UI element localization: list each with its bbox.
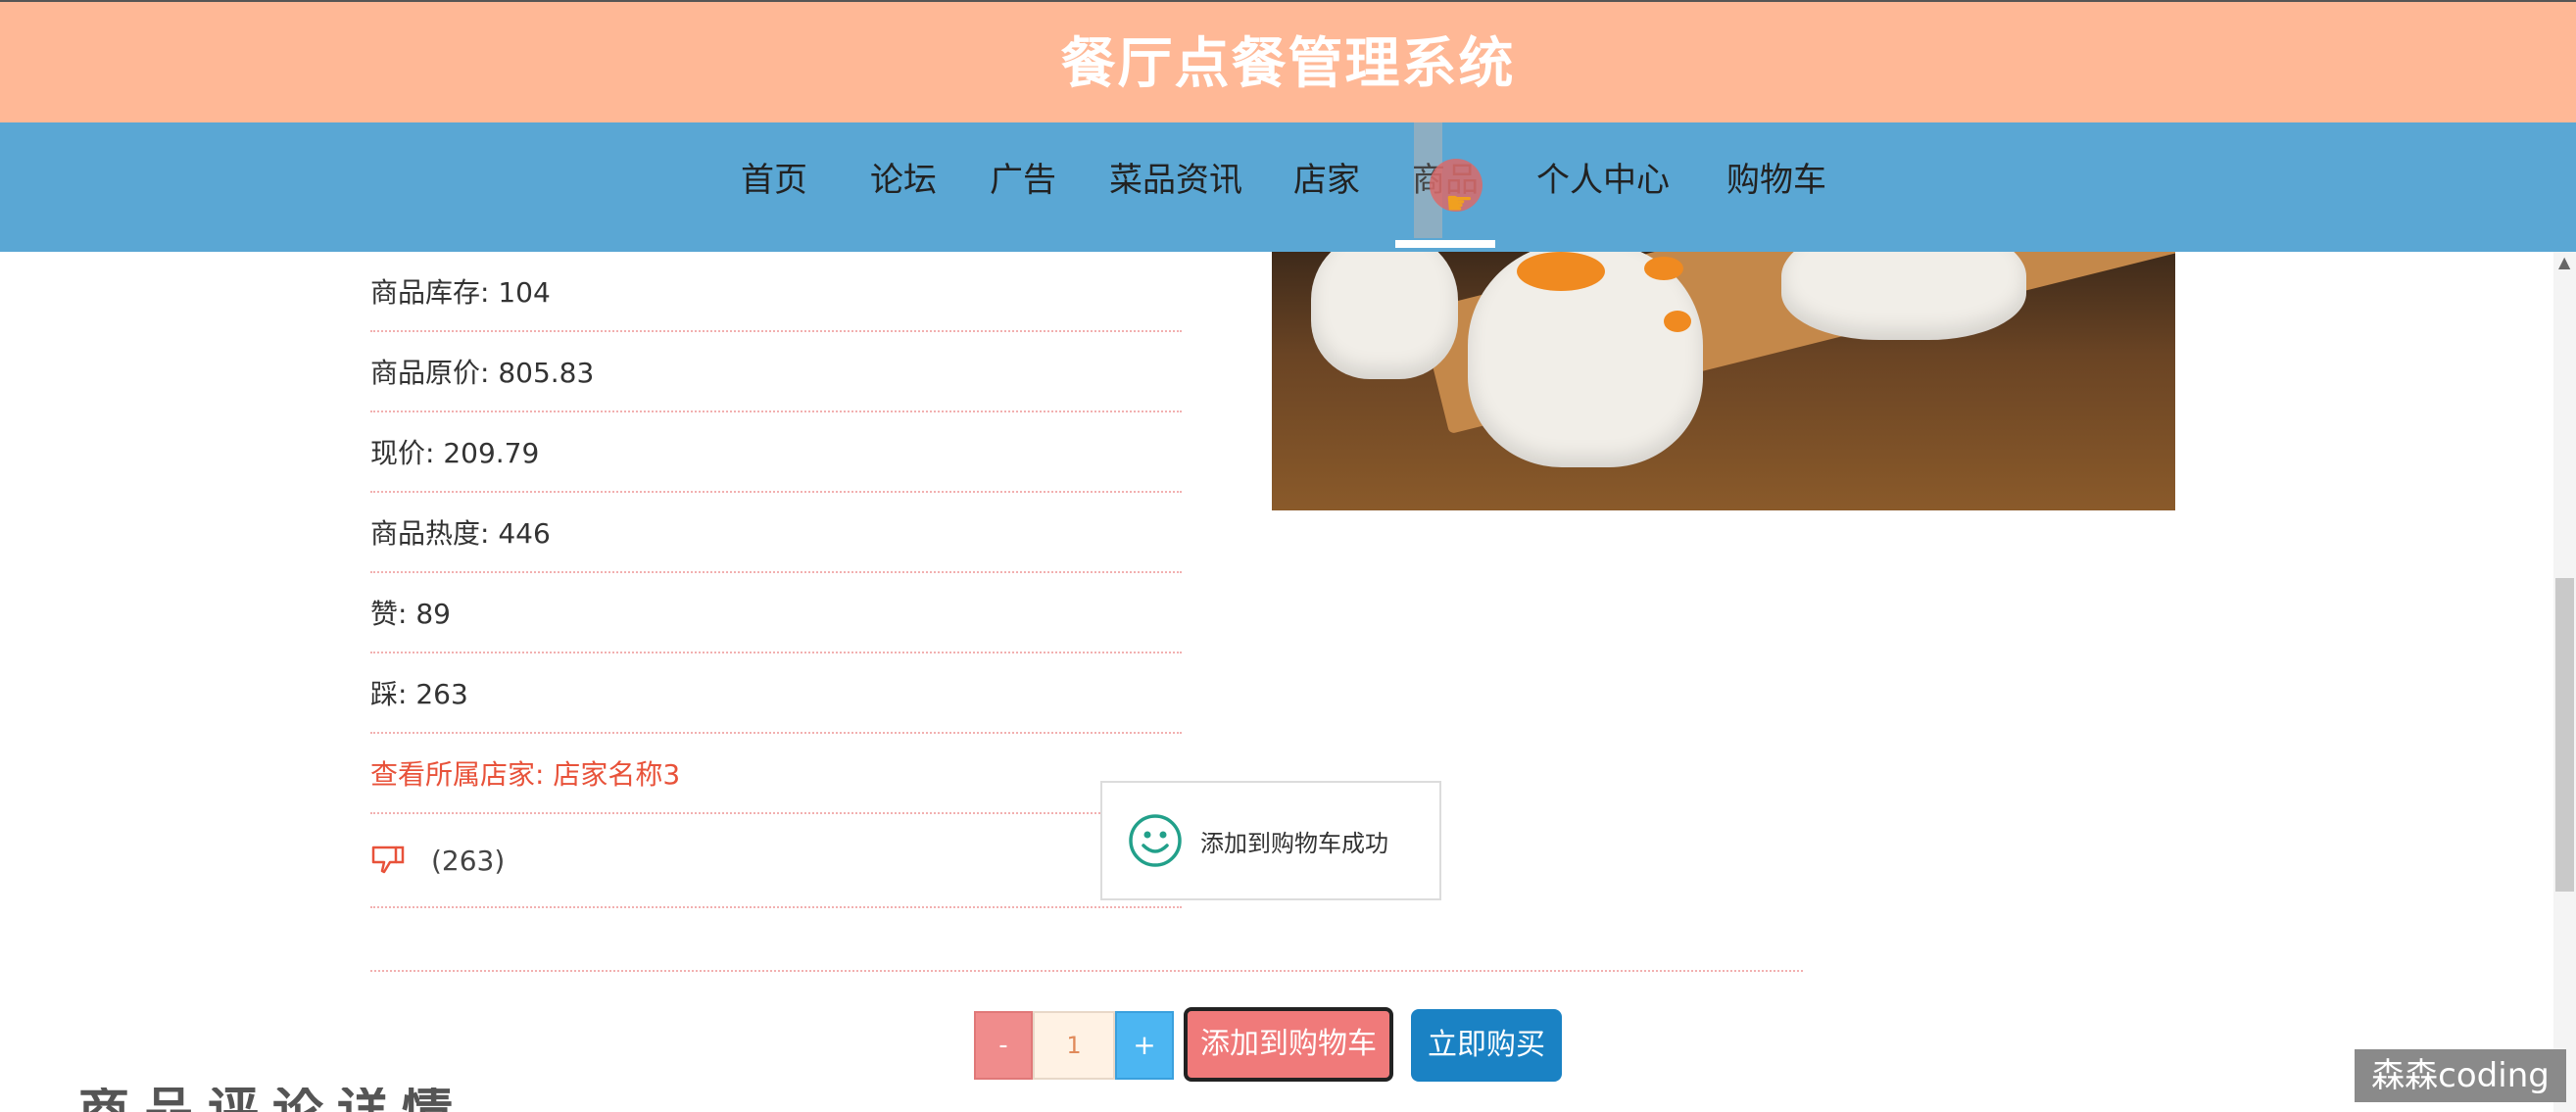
- toast-notification: 添加到购物车成功: [1100, 781, 1441, 900]
- quantity-decrease-button[interactable]: -: [974, 1011, 1033, 1080]
- nav-item-user-center[interactable]: 个人中心: [1536, 122, 1670, 252]
- watermark: 森森coding: [2355, 1049, 2566, 1102]
- product-info-list: 商品库存: 104 商品原价: 805.83 现价: 209.79 商品热度: …: [370, 252, 1182, 908]
- smile-icon: [1129, 814, 1182, 867]
- nav-item-dish-news[interactable]: 菜品资讯: [1109, 122, 1242, 252]
- dislike-row: (263): [370, 814, 1182, 908]
- sushi-piece: [1781, 252, 2026, 340]
- product-dislikes: 踩: 263: [370, 653, 1182, 734]
- product-image: [1272, 252, 2175, 510]
- product-likes: 赞: 89: [370, 573, 1182, 653]
- divider: [370, 970, 1803, 972]
- nav-item-shops[interactable]: 店家: [1293, 122, 1360, 252]
- scrollbar-thumb[interactable]: [2555, 578, 2574, 892]
- thumbs-down-icon[interactable]: [370, 845, 408, 876]
- buy-now-button[interactable]: 立即购买: [1411, 1009, 1562, 1082]
- roe-topping: [1644, 257, 1683, 280]
- nav-active-underline: [1395, 240, 1495, 248]
- scroll-up-arrow-icon[interactable]: ▲: [2558, 253, 2570, 271]
- toast-message: 添加到购物车成功: [1200, 829, 1388, 857]
- main-nav: [0, 122, 2576, 252]
- nav-item-cart[interactable]: 购物车: [1726, 122, 1826, 252]
- shop-link[interactable]: 查看所属店家: 店家名称3: [370, 734, 1182, 814]
- sushi-piece: [1311, 252, 1458, 379]
- quantity-increase-button[interactable]: +: [1115, 1011, 1174, 1080]
- hand-cursor-icon: ☛: [1445, 184, 1474, 221]
- dislike-count: (263): [431, 844, 506, 877]
- section-heading-cut: 商品评论详情: [78, 1088, 466, 1112]
- nav-item-home[interactable]: 首页: [741, 122, 807, 252]
- product-original-price: 商品原价: 805.83: [370, 332, 1182, 412]
- nav-item-forum[interactable]: 论坛: [870, 122, 937, 252]
- nav-item-ads[interactable]: 广告: [990, 122, 1056, 252]
- site-title: 餐厅点餐管理系统: [1060, 32, 1516, 96]
- product-current-price: 现价: 209.79: [370, 412, 1182, 493]
- product-stock: 商品库存: 104: [370, 252, 1182, 332]
- quantity-input[interactable]: 1: [1033, 1011, 1115, 1080]
- roe-topping: [1664, 311, 1691, 332]
- site-header: 餐厅点餐管理系统: [0, 0, 2576, 122]
- product-heat: 商品热度: 446: [370, 493, 1182, 573]
- add-to-cart-button[interactable]: 添加到购物车: [1184, 1007, 1393, 1082]
- roe-topping: [1517, 252, 1605, 291]
